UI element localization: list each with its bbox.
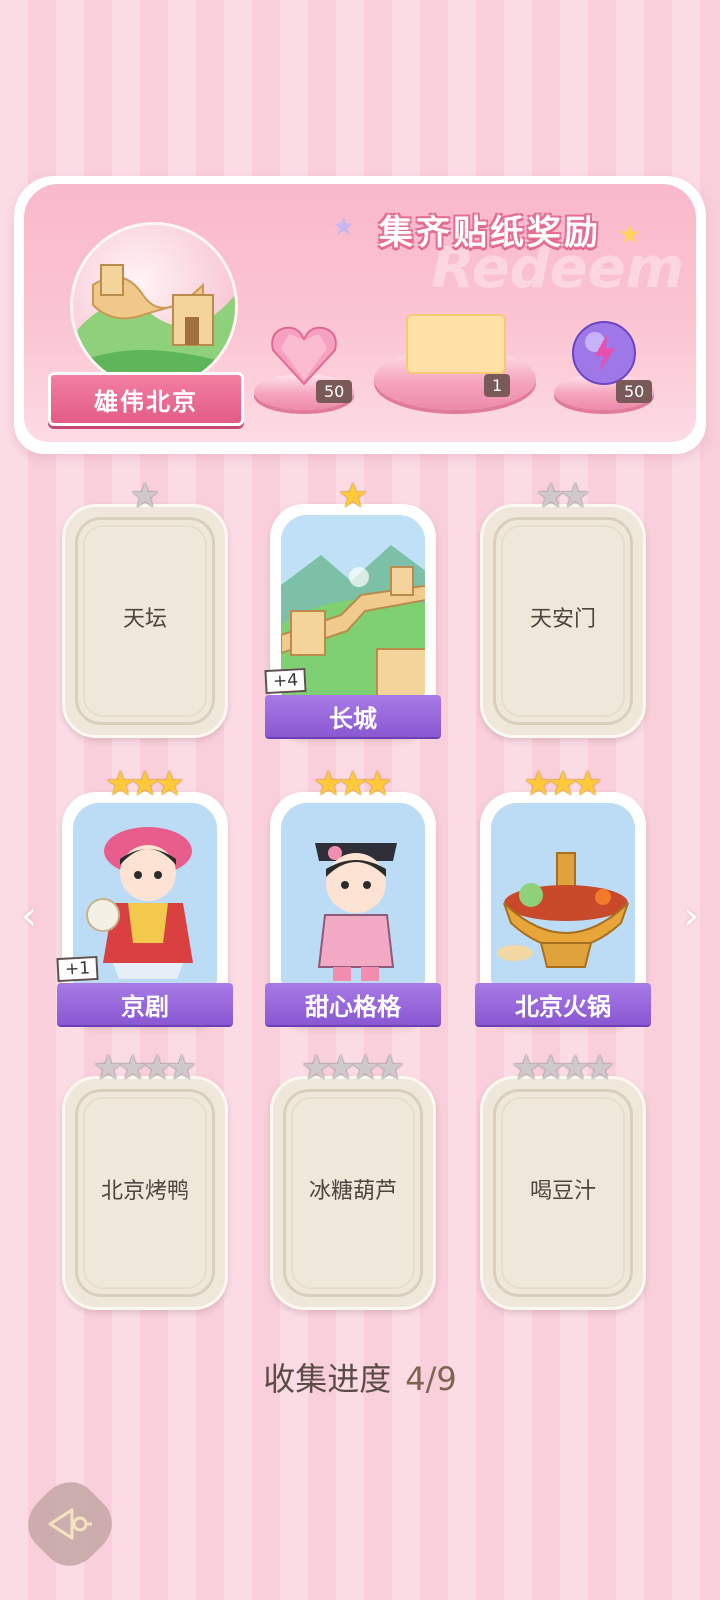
star-empty-icon: ★ [129, 476, 161, 516]
card-name: 喝豆汁 [529, 1179, 596, 1204]
sticker-card-peking-opera[interactable]: ★ ★ ★ +1 京剧 [56, 765, 233, 1026]
star-empty-icon: ★ [166, 1048, 197, 1088]
chevron-right-icon[interactable]: › [676, 893, 706, 939]
sticker-frame-icon [406, 314, 506, 374]
card-name: 京剧 [57, 983, 233, 1025]
card-name: 天安门 [529, 607, 596, 632]
sticker-card-tiananmen[interactable]: ★ ★ 天安门 [480, 477, 646, 738]
star-filled-icon: ★ [572, 764, 603, 804]
card-stars: ★ [65, 477, 225, 515]
region-badge[interactable]: 雄伟北京 [48, 222, 244, 426]
reward-sticker-frame[interactable]: 1 [374, 310, 536, 420]
chevron-left-icon[interactable]: ‹ [14, 893, 44, 939]
sticker-card-sweet-princess[interactable]: ★ ★ ★ 甜心格格 [265, 765, 441, 1026]
region-name: 雄伟北京 [48, 372, 244, 426]
card-name: 天坛 [122, 607, 167, 632]
reward-heart-gem[interactable]: 50 [254, 318, 354, 418]
card-stars: ★ ★ ★ ★ [65, 1049, 225, 1087]
sticker-card-great-wall[interactable]: ★ +4 长城 [264, 477, 441, 738]
energy-orb-icon [572, 321, 636, 385]
star-filled-icon: ★ [154, 764, 185, 804]
progress-value: 4/9 [405, 1360, 457, 1398]
card-stars: ★ ★ ★ [273, 765, 433, 803]
reward-count: 1 [484, 374, 511, 397]
card-stars: ★ ★ ★ [65, 765, 225, 803]
sticker-card-candied-haws[interactable]: ★ ★ ★ ★ 冰糖葫芦 [270, 1049, 436, 1310]
sweet-princess-art [281, 803, 425, 987]
card-name: 长城 [265, 695, 441, 737]
card-name: 甜心格格 [265, 983, 441, 1025]
card-stars: ★ [273, 477, 433, 515]
star-empty-icon: ★ [560, 476, 591, 516]
card-stars: ★ ★ [483, 477, 643, 515]
sticker-card-douzhi[interactable]: ★ ★ ★ ★ 喝豆汁 [480, 1049, 646, 1310]
reward-title: 集齐贴纸奖励 [379, 212, 601, 253]
card-name: 北京火锅 [475, 983, 651, 1025]
sticker-card-hotpot[interactable]: ★ ★ ★ 北京火锅 [475, 765, 651, 1026]
reward-count: 50 [316, 380, 353, 403]
back-arrow-icon [48, 1508, 92, 1540]
reward-count: 50 [616, 380, 653, 403]
progress-label: 收集进度 [263, 1360, 392, 1398]
card-stars: ★ ★ ★ ★ [483, 1049, 643, 1087]
reward-energy-orb[interactable]: 50 [554, 318, 654, 418]
duplicate-count: +1 [56, 955, 99, 983]
star-empty-icon: ★ [374, 1048, 405, 1088]
card-name: 冰糖葫芦 [308, 1179, 397, 1204]
heart-gem-icon [271, 326, 337, 386]
star-empty-icon: ★ [584, 1048, 615, 1088]
collection-progress: 收集进度 4/9 [0, 1354, 720, 1400]
star-filled-icon: ★ [337, 476, 369, 516]
hotpot-art [491, 803, 635, 987]
sticker-card-roast-duck[interactable]: ★ ★ ★ ★ 北京烤鸭 [62, 1049, 228, 1310]
sticker-card-tiantan[interactable]: ★ 天坛 [62, 477, 228, 738]
duplicate-count: +4 [264, 667, 307, 695]
card-stars: ★ ★ ★ ★ [273, 1049, 433, 1087]
star-filled-icon: ★ [362, 764, 393, 804]
card-name: 北京烤鸭 [100, 1179, 189, 1204]
card-stars: ★ ★ ★ [483, 765, 643, 803]
great-wall-icon [70, 222, 238, 390]
back-button[interactable] [16, 1470, 124, 1578]
